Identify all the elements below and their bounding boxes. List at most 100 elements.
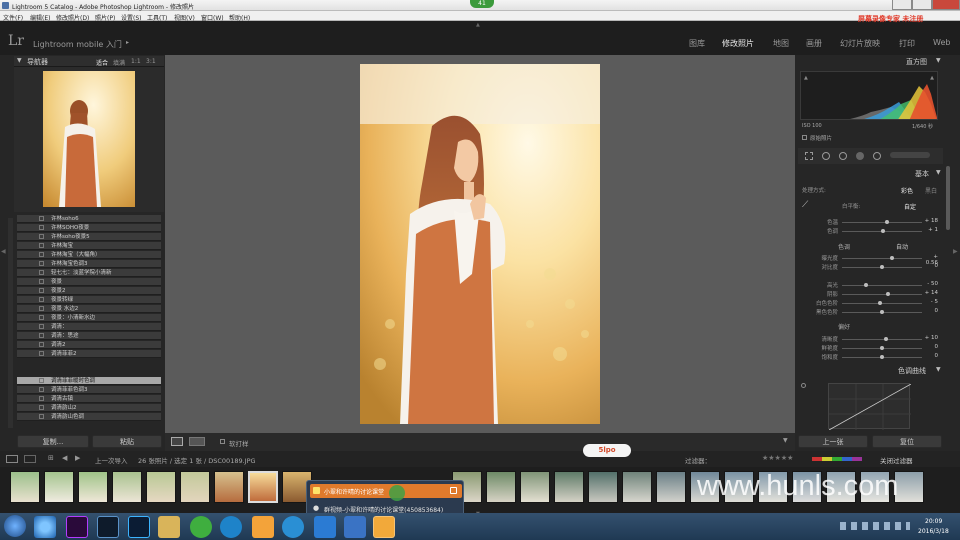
toolbar-dropdown-icon[interactable]: ▼	[783, 437, 788, 444]
radial-filter-icon[interactable]	[873, 152, 881, 160]
tray-icons[interactable]	[840, 522, 910, 530]
filmstrip-thumb[interactable]	[214, 471, 244, 503]
module-print[interactable]: 打印	[899, 38, 915, 49]
slider-track[interactable]	[842, 346, 922, 350]
tone-curve-graph[interactable]	[828, 383, 912, 431]
preset-item[interactable]: 许林淘宝（大幅角）	[17, 251, 161, 259]
histogram-header[interactable]: 直方图 ▼	[798, 56, 943, 67]
slider-track[interactable]	[842, 265, 922, 269]
slider-shadows[interactable]: 阴影 + 14	[798, 290, 943, 298]
nav-1to1[interactable]: 1:1	[131, 58, 141, 65]
filmstrip-thumb[interactable]	[146, 471, 176, 503]
preset-item[interactable]: 调清：	[17, 323, 161, 331]
nav-fit[interactable]: 适合	[96, 58, 108, 67]
slider-exposure[interactable]: 曝光度 + 0.56	[798, 254, 943, 266]
slider-track[interactable]	[842, 283, 922, 287]
wb-value[interactable]: 自定	[904, 202, 916, 211]
slider-track[interactable]	[842, 301, 922, 305]
slider-value[interactable]: 0	[924, 308, 939, 314]
slider-track[interactable]	[842, 292, 922, 296]
slider-track[interactable]	[842, 256, 922, 260]
preset-item[interactable]: 调清菲菲色调3	[17, 386, 161, 394]
cloud-icon[interactable]	[282, 516, 304, 538]
slider-vibrance[interactable]: 鲜艳度 0	[798, 344, 943, 352]
right-panel-arrow-icon[interactable]: ▶	[953, 248, 958, 255]
nav-3to1[interactable]: 3:1	[146, 58, 156, 65]
slider-contrast[interactable]: 对比度 0	[798, 263, 943, 271]
filmstrip-thumb[interactable]	[112, 471, 142, 503]
preset-item[interactable]: 夜景转绿	[17, 296, 161, 304]
treatment-bw[interactable]: 黑白	[925, 186, 937, 195]
preset-item[interactable]: 许林淘宝	[17, 242, 161, 250]
basic-header[interactable]: 基本 ▼	[798, 168, 943, 179]
slider-knob[interactable]	[885, 292, 890, 296]
slider-track[interactable]	[842, 220, 922, 224]
treatment-color[interactable]: 彩色	[901, 186, 913, 195]
premiere-icon[interactable]	[66, 516, 88, 538]
filmstrip-thumb[interactable]	[180, 471, 210, 503]
original-checkbox[interactable]	[802, 135, 807, 140]
filmstrip-thumb[interactable]	[656, 471, 686, 503]
slider-saturation[interactable]: 饱和度 0	[798, 353, 943, 361]
slider-knob[interactable]	[877, 301, 882, 305]
loupe-view-icon[interactable]	[171, 437, 183, 446]
slider-knob[interactable]	[880, 355, 884, 359]
slider-value[interactable]: 0	[924, 344, 939, 350]
wechat-icon[interactable]	[190, 516, 212, 538]
graduated-filter-icon[interactable]	[856, 152, 864, 160]
left-panel-arrow-icon[interactable]: ◀	[1, 248, 6, 255]
module-develop[interactable]: 修改照片	[722, 38, 754, 49]
minimize-button[interactable]	[892, 0, 912, 10]
copy-settings-button[interactable]: 复制...	[17, 435, 89, 448]
slider-value[interactable]: + 10	[924, 335, 938, 341]
auto-tone-button[interactable]: 自动	[896, 242, 908, 251]
before-after-icon[interactable]	[189, 437, 205, 446]
nav-fill[interactable]: 填满	[113, 58, 125, 67]
popup-item-1[interactable]: 小翠和许晴的讨论课堂	[310, 484, 462, 498]
module-web[interactable]: Web	[933, 38, 950, 47]
back-arrow-icon[interactable]: ◀	[62, 454, 67, 462]
k-app-icon[interactable]	[220, 516, 242, 538]
slider-clarity[interactable]: 清晰度 + 10	[798, 335, 943, 343]
preset-item[interactable]: 许林soho夜景5	[17, 233, 161, 241]
slider-knob[interactable]	[889, 256, 894, 260]
previous-button[interactable]: 上一张	[798, 435, 868, 448]
histogram-graph[interactable]: ▲ ▲	[800, 71, 938, 120]
slider-knob[interactable]	[880, 229, 885, 233]
close-button[interactable]	[932, 0, 960, 10]
slider-knob[interactable]	[880, 346, 884, 350]
module-slideshow[interactable]: 幻灯片放映	[840, 38, 880, 49]
slider-knob[interactable]	[884, 220, 889, 224]
preset-item[interactable]: 许林淘宝色调3	[17, 260, 161, 268]
slider-track[interactable]	[842, 310, 922, 314]
slider-knob[interactable]	[864, 283, 868, 287]
preset-item-selected[interactable]: 调清菲菲暖时色调	[17, 377, 161, 385]
explorer-icon[interactable]	[158, 516, 180, 538]
forward-arrow-icon[interactable]: ▶	[75, 454, 80, 462]
slider-track[interactable]	[842, 337, 922, 341]
filmstrip-thumb-selected[interactable]	[248, 471, 278, 503]
lightroom-icon[interactable]	[97, 516, 119, 538]
slider-blacks[interactable]: 黑色色阶 0	[798, 308, 943, 316]
preset-item[interactable]: 许林SOHO夜景	[17, 224, 161, 232]
navigator-preview[interactable]	[14, 67, 164, 212]
curve-target-icon[interactable]	[801, 383, 806, 388]
slider-tint[interactable]: 色调 + 1	[798, 227, 943, 235]
slider-value[interactable]: 0	[924, 263, 939, 269]
module-map[interactable]: 地图	[773, 38, 789, 49]
color-label-filters[interactable]	[812, 457, 862, 461]
filmstrip-thumb[interactable]	[486, 471, 516, 503]
filmstrip-source[interactable]: 上一次导入	[95, 455, 128, 465]
slider-value[interactable]: + 14	[924, 290, 938, 296]
top-panel-arrow-icon[interactable]: ▲	[476, 22, 480, 28]
window-2-icon[interactable]	[24, 455, 36, 463]
preset-item[interactable]: 夜景：小清新水边	[17, 314, 161, 322]
filter-value[interactable]: 关闭过滤器	[880, 455, 913, 465]
preset-item[interactable]: 夜景2	[17, 287, 161, 295]
slider-knob[interactable]	[880, 310, 884, 314]
filmstrip-thumb[interactable]	[78, 471, 108, 503]
preset-item[interactable]: 调清：思途	[17, 332, 161, 340]
preset-item[interactable]: 调清菲菲2	[17, 350, 161, 358]
spot-removal-icon[interactable]	[822, 152, 830, 160]
filmstrip-thumb[interactable]	[588, 471, 618, 503]
